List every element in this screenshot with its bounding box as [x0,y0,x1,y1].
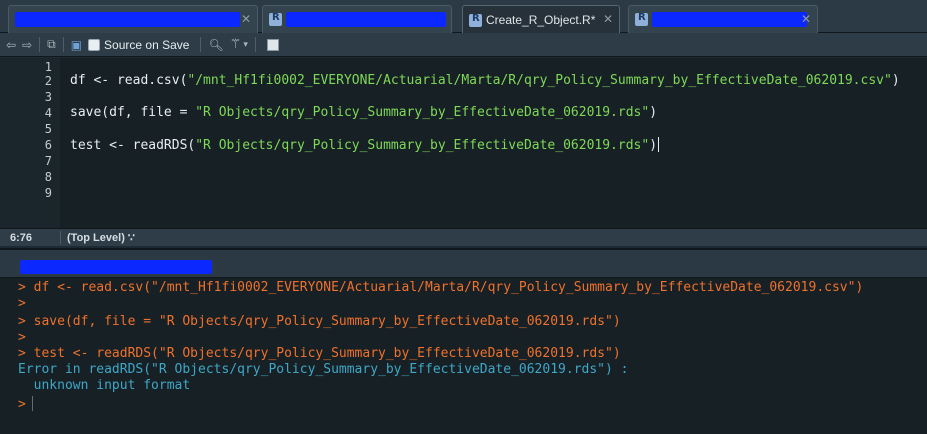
code-text: df <- read.csv( [70,73,188,88]
code-text: ) [891,73,900,88]
redacted-tab-label [15,12,240,27]
tab-create-r-object[interactable]: Create_R_Object.R* ✕ [462,5,620,34]
tab-redacted-1[interactable]: ✕ [8,5,258,33]
source-editor[interactable]: 1 2 3 4 5 6 7 8 9 df <- read.csv("/mnt_H… [0,58,927,228]
toolbar-divider [200,37,202,52]
editor-status-bar: 6:76 (Top Level) ∵ [0,228,927,246]
code-text: test <- readRDS( [70,138,196,153]
code-line-6[interactable]: test <- readRDS("R Objects/qry_Policy_Su… [70,137,660,153]
redacted-tab-label [652,12,807,27]
close-icon[interactable]: ✕ [603,12,613,26]
cursor-position: 6:76 [10,231,33,244]
compile-report-icon[interactable] [266,38,279,51]
toolbar-divider [62,37,64,52]
console-line: > test <- readRDS("R Objects/qry_Policy_… [18,346,621,361]
code-tools-wand-icon[interactable]: ⚚ [230,37,242,52]
redacted-working-directory [20,260,212,274]
close-icon[interactable]: ✕ [241,12,251,26]
toolbar-divider [39,37,41,52]
prompt-symbol: > [18,397,26,412]
line-number-gutter: 1 2 3 4 5 6 7 8 9 [0,58,60,228]
forward-arrow-icon[interactable]: ⇨ [22,38,32,52]
string-literal: "R Objects/qry_Policy_Summary_by_Effecti… [195,138,650,153]
line-number: 4 [44,106,52,120]
tab-label: Create_R_Object.R* [486,13,596,27]
show-in-window-icon[interactable]: ⧉ [47,37,56,52]
tab-redacted-3[interactable]: ✕ [628,5,818,33]
redacted-tab-label [286,12,446,27]
console-header [0,248,927,278]
line-number: 7 [44,154,52,168]
line-number: 8 [44,170,52,184]
source-on-save-label[interactable]: Source on Save [104,38,189,52]
search-icon[interactable]: 🔍︎ [208,38,223,52]
toolbar-divider [254,37,256,52]
console-input-prompt[interactable]: > [18,396,33,412]
r-file-icon [469,13,482,27]
console-line: > [18,296,26,311]
chevron-down-icon[interactable]: ▾ [243,40,248,50]
save-icon[interactable]: ▣ [71,38,82,52]
close-icon[interactable]: ✕ [801,12,811,26]
string-literal: "R Objects/qry_Policy_Summary_by_Effecti… [195,105,650,120]
code-text: ) [649,138,658,153]
text-cursor [658,137,660,152]
scope-selector[interactable]: (Top Level) ∵ [60,231,135,244]
code-text: save(df, file = [70,105,196,120]
string-literal: "/mnt_Hf1fi0002_EVERYONE/Actuarial/Marta… [187,73,892,88]
line-number: 5 [44,122,52,136]
r-file-icon [269,12,282,26]
console-line: > df <- read.csv("/mnt_Hf1fi0002_EVERYON… [18,280,864,295]
line-number: 9 [44,186,52,200]
tab-redacted-2[interactable] [262,5,452,33]
console-error-line: unknown input format [18,378,191,393]
line-number: 6 [44,138,52,152]
line-number: 2 [44,74,52,88]
text-cursor [31,396,33,411]
console-output[interactable]: > df <- read.csv("/mnt_Hf1fi0002_EVERYON… [0,278,927,434]
code-text: ) [649,105,658,120]
code-line-2[interactable]: df <- read.csv("/mnt_Hf1fi0002_EVERYONE/… [70,73,900,89]
editor-toolbar: ⇦ ⇨ ⧉ ▣ Source on Save 🔍︎ ⚚ ▾ [0,33,927,57]
line-number: 3 [44,90,52,104]
editor-tab-bar: ✕ Create_R_Object.R* ✕ ✕ [0,0,927,34]
console-line: > [18,330,26,345]
r-file-icon [635,12,648,26]
source-on-save-checkbox[interactable] [88,38,101,51]
console-error-line: Error in readRDS("R Objects/qry_Policy_S… [18,362,629,377]
console-line: > save(df, file = "R Objects/qry_Policy_… [18,314,621,329]
back-arrow-icon[interactable]: ⇦ [6,38,16,52]
code-line-4[interactable]: save(df, file = "R Objects/qry_Policy_Su… [70,105,657,121]
